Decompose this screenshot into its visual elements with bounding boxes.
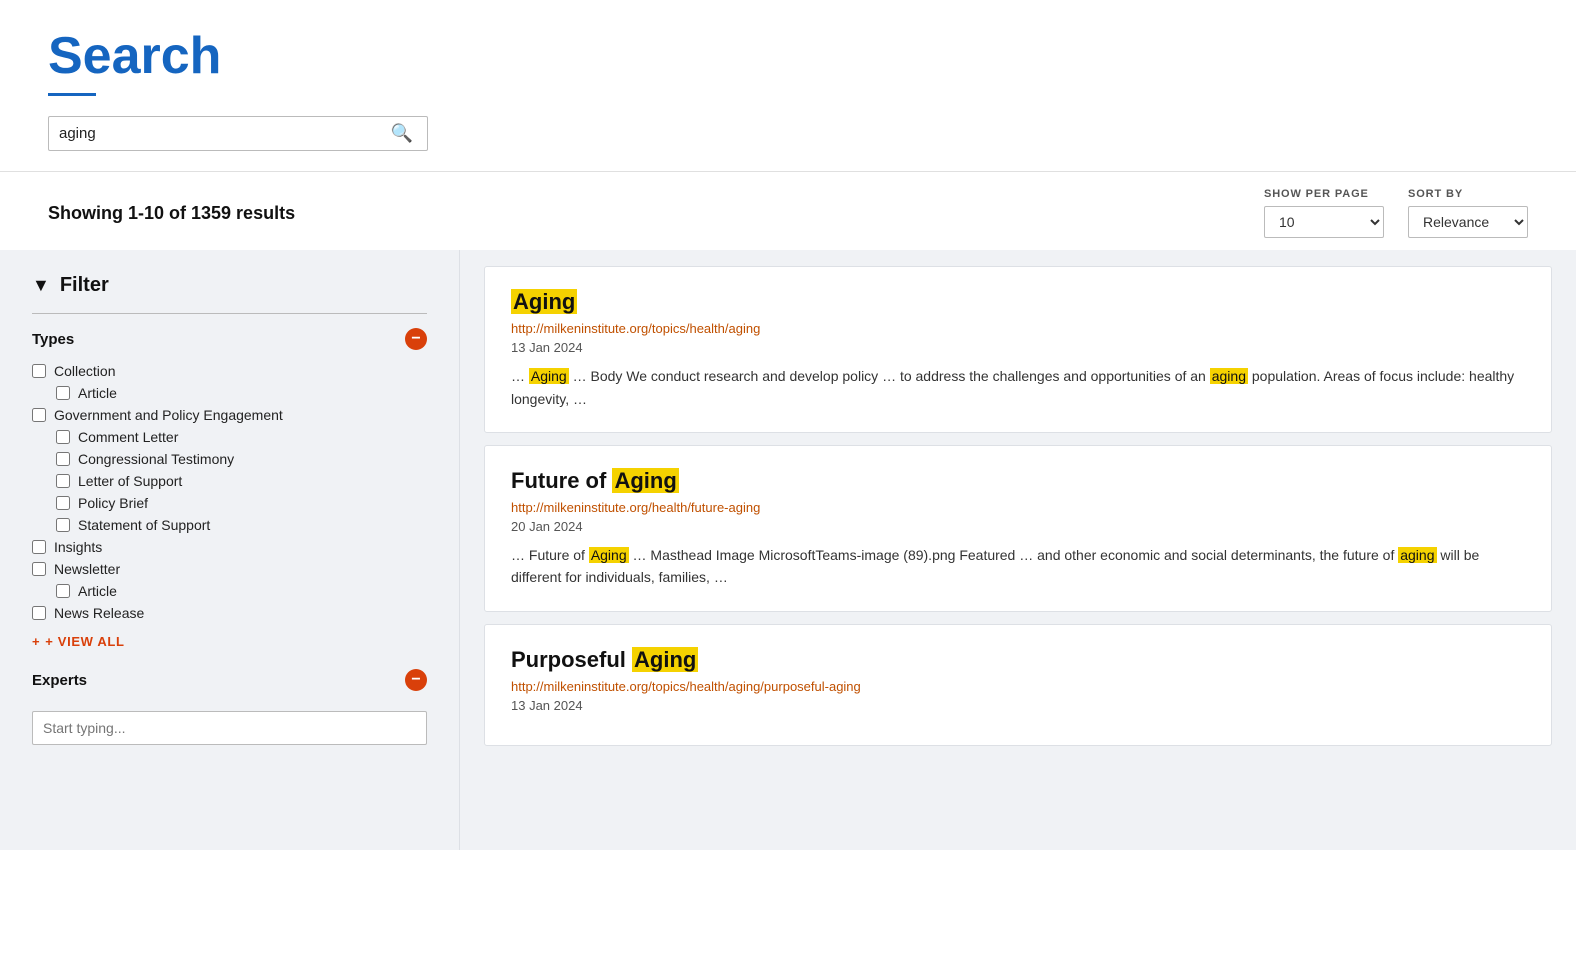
search-bar: 🔍 (48, 116, 428, 151)
filter-label-news-release: News Release (54, 605, 144, 621)
sort-by-label: SORT BY (1408, 188, 1528, 200)
result-card-2: Future of Aging http://milkeninstitute.o… (484, 445, 1552, 612)
filter-types-list: Collection Article Government and Policy… (32, 360, 427, 624)
types-section: Types − Collection Article Government an… (32, 328, 427, 649)
filter-item-congressional-testimony[interactable]: Congressional Testimony (32, 448, 427, 470)
show-per-page-label: SHOW PER PAGE (1264, 188, 1384, 200)
filter-item-newsletter[interactable]: Newsletter (32, 558, 427, 580)
result-date-2: 20 Jan 2024 (511, 519, 1525, 534)
result-title-1: Aging (511, 289, 1525, 315)
filter-label-congressional-testimony: Congressional Testimony (78, 451, 234, 467)
filter-label-newsletter: Newsletter (54, 561, 120, 577)
filter-label-article2: Article (78, 583, 117, 599)
filter-label-article1: Article (78, 385, 117, 401)
show-per-page-select[interactable]: 10 25 50 (1264, 206, 1384, 238)
result-url-1[interactable]: http://milkeninstitute.org/topics/health… (511, 321, 1525, 336)
types-collapse-button[interactable]: − (405, 328, 427, 350)
result-snippet-2: … Future of Aging … Masthead Image Micro… (511, 544, 1525, 589)
result-url-2[interactable]: http://milkeninstitute.org/health/future… (511, 500, 1525, 515)
types-label: Types (32, 331, 74, 348)
experts-label: Experts (32, 672, 87, 689)
results-count: Showing 1-10 of 1359 results (48, 203, 295, 224)
filter-label-gov-policy: Government and Policy Engagement (54, 407, 283, 423)
results-controls: SHOW PER PAGE 10 25 50 SORT BY Relevance… (1264, 188, 1528, 238)
filter-item-policy-brief[interactable]: Policy Brief (32, 492, 427, 514)
filter-item-article2[interactable]: Article (32, 580, 427, 602)
types-section-header: Types − (32, 328, 427, 350)
title-underline (48, 93, 96, 96)
show-per-page-group: SHOW PER PAGE 10 25 50 (1264, 188, 1384, 238)
result-title-2: Future of Aging (511, 468, 1525, 494)
filter-header: ▼ Filter (32, 274, 427, 297)
experts-collapse-button[interactable]: − (405, 669, 427, 691)
sort-by-group: SORT BY Relevance Date (1408, 188, 1528, 238)
view-all-label: + VIEW ALL (45, 634, 124, 649)
filter-item-gov-policy[interactable]: Government and Policy Engagement (32, 404, 427, 426)
filter-icon: ▼ (32, 275, 50, 296)
main-layout: ▼ Filter Types − Collection Article (0, 250, 1576, 850)
filter-divider (32, 313, 427, 314)
filter-item-insights[interactable]: Insights (32, 536, 427, 558)
results-bar: Showing 1-10 of 1359 results SHOW PER PA… (0, 172, 1576, 250)
results-list: Aging http://milkeninstitute.org/topics/… (460, 250, 1576, 850)
result-url-3[interactable]: http://milkeninstitute.org/topics/health… (511, 679, 1525, 694)
filter-label-comment-letter: Comment Letter (78, 429, 178, 445)
filter-item-letter-of-support[interactable]: Letter of Support (32, 470, 427, 492)
result-date-3: 13 Jan 2024 (511, 698, 1525, 713)
experts-section-header: Experts − (32, 669, 427, 691)
search-button[interactable]: 🔍 (387, 123, 417, 144)
page-header: Search 🔍 (0, 0, 1576, 172)
sort-by-select[interactable]: Relevance Date (1408, 206, 1528, 238)
experts-input[interactable] (32, 711, 427, 745)
filter-label-policy-brief: Policy Brief (78, 495, 148, 511)
search-input[interactable] (59, 125, 387, 142)
result-card-1: Aging http://milkeninstitute.org/topics/… (484, 266, 1552, 433)
experts-section: Experts − (32, 669, 427, 745)
plus-icon: + (32, 634, 40, 649)
filter-title: Filter (60, 274, 109, 297)
filter-item-article1[interactable]: Article (32, 382, 427, 404)
sidebar: ▼ Filter Types − Collection Article (0, 250, 460, 850)
filter-item-statement-of-support[interactable]: Statement of Support (32, 514, 427, 536)
filter-item-collection[interactable]: Collection (32, 360, 427, 382)
filter-label-collection: Collection (54, 363, 115, 379)
filter-item-comment-letter[interactable]: Comment Letter (32, 426, 427, 448)
result-title-3: Purposeful Aging (511, 647, 1525, 673)
result-title-highlight-2: Aging (612, 468, 678, 493)
filter-item-news-release[interactable]: News Release (32, 602, 427, 624)
page-title: Search (48, 28, 1528, 85)
result-snippet-1: … Aging … Body We conduct research and d… (511, 365, 1525, 410)
filter-label-statement-of-support: Statement of Support (78, 517, 210, 533)
result-card-3: Purposeful Aging http://milkeninstitute.… (484, 624, 1552, 746)
result-title-highlight-3: Aging (632, 647, 698, 672)
filter-label-letter-of-support: Letter of Support (78, 473, 182, 489)
filter-label-insights: Insights (54, 539, 102, 555)
result-title-highlight-1: Aging (511, 289, 577, 314)
view-all-button[interactable]: + + VIEW ALL (32, 634, 125, 649)
result-date-1: 13 Jan 2024 (511, 340, 1525, 355)
